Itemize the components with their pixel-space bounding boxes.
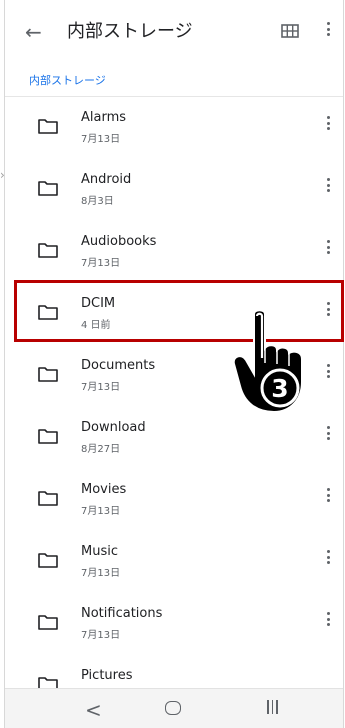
folder-row[interactable]: Movies 7月13日 [5, 468, 343, 530]
folder-date: 7月13日 [81, 258, 121, 269]
more-vert-icon[interactable] [325, 240, 331, 254]
step-badge: 3 [271, 374, 288, 403]
folder-name: Android [81, 172, 132, 187]
folder-date: 7月13日 [81, 630, 121, 641]
folder-row[interactable]: Audiobooks 7月13日 [5, 220, 343, 282]
more-vert-icon[interactable] [325, 550, 331, 564]
folder-name: Alarms [81, 110, 127, 125]
folder-name: Audiobooks [81, 234, 157, 249]
folder-icon [38, 180, 58, 196]
folder-date: 7月13日 [81, 506, 121, 517]
breadcrumb: 内部ストレージ [5, 64, 343, 97]
recent-apps-icon[interactable] [267, 700, 278, 714]
folder-name: Download [81, 420, 146, 435]
more-vert-icon[interactable] [325, 612, 331, 626]
folder-name: Music [81, 544, 118, 559]
grid-view-icon[interactable] [281, 24, 299, 38]
folder-icon [38, 490, 58, 506]
folder-row[interactable]: Music 7月13日 [5, 530, 343, 592]
page-title: 内部ストレージ [67, 21, 193, 42]
folder-name: Movies [81, 482, 127, 497]
back-arrow-icon[interactable]: ← [25, 20, 49, 44]
folder-row[interactable]: Android 8月3日 [5, 158, 343, 220]
folder-date: 7月13日 [81, 568, 121, 579]
folder-icon [38, 552, 58, 568]
folder-date: 8月27日 [81, 444, 121, 455]
folder-icon [38, 118, 58, 134]
home-icon[interactable] [165, 701, 181, 715]
breadcrumb-item[interactable]: 内部ストレージ [29, 72, 106, 88]
folder-row[interactable]: Notifications 7月13日 [5, 592, 343, 654]
folder-date: 7月13日 [81, 134, 121, 145]
more-vert-icon[interactable] [325, 488, 331, 502]
folder-icon [38, 242, 58, 258]
more-vert-icon[interactable] [325, 22, 331, 36]
folder-name: Documents [81, 358, 156, 373]
more-vert-icon[interactable] [325, 364, 331, 378]
nav-back-icon[interactable]: < [85, 698, 102, 722]
folder-name: Pictures [81, 668, 133, 683]
folder-name: Notifications [81, 606, 163, 621]
folder-icon [38, 428, 58, 444]
folder-icon [38, 614, 58, 630]
folder-date: 7月13日 [81, 382, 121, 393]
more-vert-icon[interactable] [325, 178, 331, 192]
folder-icon [38, 366, 58, 382]
app-bar: ← 内部ストレージ [5, 0, 343, 64]
more-vert-icon[interactable] [325, 426, 331, 440]
system-nav-bar: < [5, 688, 343, 728]
more-vert-icon[interactable] [325, 116, 331, 130]
pointing-hand-icon: 3 [232, 308, 310, 418]
folder-date: 8月3日 [81, 196, 114, 207]
folder-row[interactable]: Alarms 7月13日 [5, 96, 343, 158]
